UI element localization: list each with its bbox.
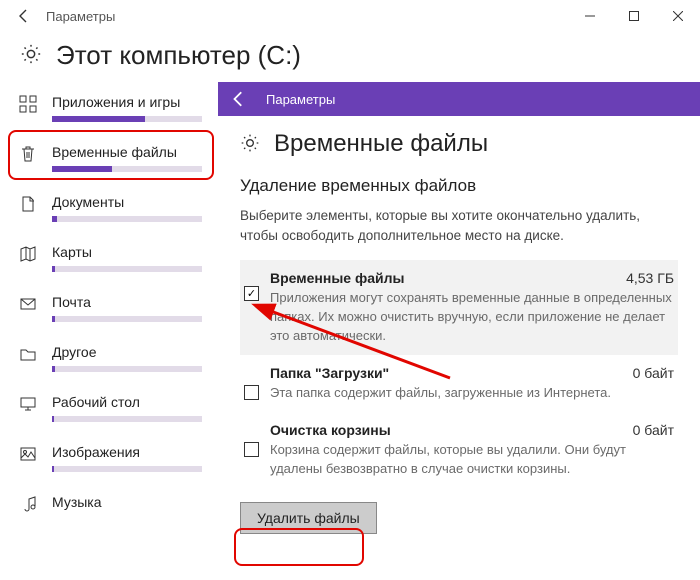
music-icon [18, 494, 38, 514]
close-button[interactable] [656, 0, 700, 32]
sidebar-item-label: Другое [52, 342, 206, 362]
file-name: Очистка корзины [270, 422, 391, 438]
section-description: Выберите элементы, которые вы хотите око… [240, 206, 678, 246]
checkbox-downloads[interactable] [244, 385, 259, 400]
section-heading: Удаление временных файлов [240, 176, 678, 196]
desktop-icon [18, 394, 38, 414]
file-desc: Корзина содержит файлы, которые вы удали… [270, 440, 674, 478]
page-title: Этот компьютер (C:) [56, 40, 301, 71]
file-size: 4,53 ГБ [626, 270, 674, 286]
sidebar-item-images[interactable]: Изображения [14, 434, 210, 484]
file-size: 0 байт [633, 365, 674, 381]
content-header-title: Параметры [266, 92, 335, 107]
sidebar-item-music[interactable]: Музыка [14, 484, 210, 526]
sidebar-item-label: Временные файлы [52, 142, 206, 162]
arrow-left-icon [230, 90, 248, 108]
sidebar-item-label: Рабочий стол [52, 392, 206, 412]
content-back-button[interactable] [222, 82, 256, 116]
apps-icon [18, 94, 38, 114]
sidebar: Приложения и игры Временные файлы Докуме… [0, 82, 218, 578]
file-item-recyclebin[interactable]: Очистка корзины 0 байт Корзина содержит … [240, 412, 678, 488]
sidebar-item-other[interactable]: Другое [14, 334, 210, 384]
content-pane: Параметры Временные файлы Удаление време… [218, 82, 700, 578]
sidebar-item-documents[interactable]: Документы [14, 184, 210, 234]
sidebar-item-maps[interactable]: Карты [14, 234, 210, 284]
maximize-button[interactable] [612, 0, 656, 32]
document-icon [18, 194, 38, 214]
page-title-row: Этот компьютер (C:) [0, 32, 700, 82]
sidebar-item-label: Изображения [52, 442, 206, 462]
content-header: Параметры [218, 82, 700, 116]
file-name: Папка "Загрузки" [270, 365, 389, 381]
delete-files-button[interactable]: Удалить файлы [240, 502, 377, 534]
titlebar: Параметры [0, 0, 700, 32]
file-item-downloads[interactable]: Папка "Загрузки" 0 байт Эта папка содерж… [240, 355, 678, 412]
arrow-left-icon [16, 8, 32, 24]
file-desc: Приложения могут сохранять временные дан… [270, 288, 674, 345]
gear-icon [240, 133, 260, 156]
minimize-button[interactable] [568, 0, 612, 32]
file-item-temp[interactable]: ✓ Временные файлы 4,53 ГБ Приложения мог… [240, 260, 678, 355]
folder-icon [18, 344, 38, 364]
window-controls [568, 0, 700, 32]
checkbox-temp[interactable]: ✓ [244, 286, 259, 301]
mail-icon [18, 294, 38, 314]
checkbox-recyclebin[interactable] [244, 442, 259, 457]
image-icon [18, 444, 38, 464]
sidebar-item-label: Документы [52, 192, 206, 212]
sidebar-item-desktop[interactable]: Рабочий стол [14, 384, 210, 434]
window-title: Параметры [40, 9, 115, 24]
sidebar-item-mail[interactable]: Почта [14, 284, 210, 334]
sidebar-item-apps[interactable]: Приложения и игры [14, 84, 210, 134]
file-name: Временные файлы [270, 270, 404, 286]
sidebar-item-label: Карты [52, 242, 206, 262]
file-size: 0 байт [633, 422, 674, 438]
sidebar-item-label: Музыка [52, 492, 206, 512]
sidebar-item-label: Приложения и игры [52, 92, 206, 112]
map-icon [18, 244, 38, 264]
back-button[interactable] [8, 0, 40, 32]
sidebar-item-temp[interactable]: Временные файлы [14, 134, 210, 184]
content-title: Временные файлы [274, 130, 488, 158]
sidebar-item-label: Почта [52, 292, 206, 312]
trash-icon [18, 144, 38, 164]
file-desc: Эта папка содержит файлы, загруженные из… [270, 383, 674, 402]
gear-icon [20, 43, 42, 68]
